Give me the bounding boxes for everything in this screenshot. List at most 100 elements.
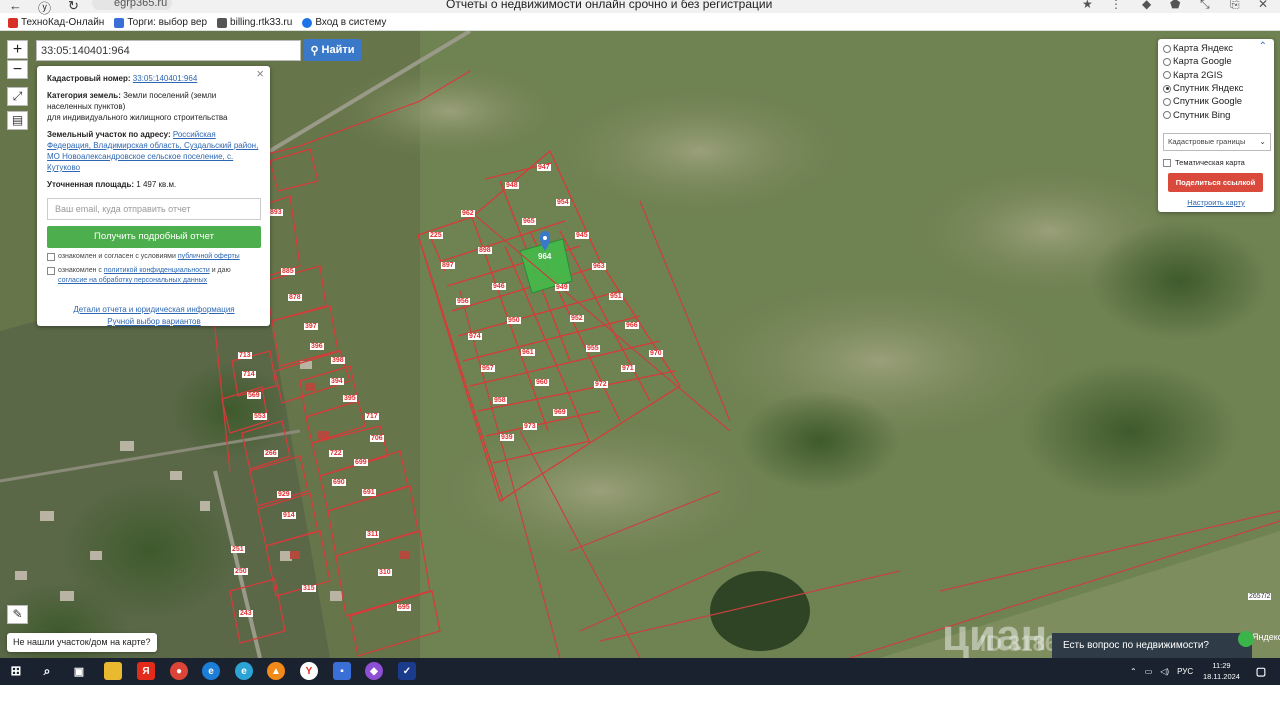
parcel-label[interactable]: 310	[378, 569, 392, 576]
parcel-label[interactable]: 951	[609, 293, 623, 300]
parcel-label[interactable]: 949	[555, 284, 569, 291]
extension-icon[interactable]: ◆	[1142, 0, 1151, 11]
parcel-label[interactable]: 946	[492, 283, 506, 290]
bookmark-login[interactable]: Вход в систему	[302, 17, 386, 28]
parcel-label[interactable]: 914	[282, 512, 296, 519]
email-input[interactable]: Ваш email, куда отправить отчет	[47, 198, 261, 220]
share-link-button[interactable]: Поделиться ссылкой	[1168, 172, 1263, 192]
yandex-icon[interactable]: Я	[137, 662, 155, 680]
shield-icon[interactable]: ⬟	[1170, 0, 1180, 11]
parcel-label[interactable]: 954	[556, 199, 570, 206]
volume-icon[interactable]: ◁)	[1160, 667, 1169, 676]
parcel-label[interactable]: 971	[621, 365, 635, 372]
parcel-label[interactable]: 947	[537, 164, 551, 171]
radio-2gis-map[interactable]	[1163, 71, 1171, 80]
cadastral-search-input[interactable]	[36, 40, 301, 61]
bookmark-torgi[interactable]: Торги: выбор вер	[114, 17, 207, 28]
parcel-label[interactable]: 955	[586, 345, 600, 352]
parcel-label[interactable]: 950	[507, 317, 521, 324]
layer-option-bing-satellite[interactable]: Спутник Bing	[1163, 108, 1269, 121]
chevron-up-icon[interactable]: ⌃	[1259, 41, 1267, 52]
parcel-label[interactable]: 885	[281, 268, 295, 275]
radio-yandex-map[interactable]	[1163, 44, 1171, 53]
parcel-label[interactable]: 939	[500, 434, 514, 441]
search-icon[interactable]: ⌕	[38, 662, 56, 680]
parcel-label[interactable]: 225	[429, 232, 443, 239]
search-button[interactable]: ⚲ Найти	[304, 39, 361, 61]
privacy-policy-link[interactable]: политикой конфиденциальности	[104, 267, 210, 274]
bookmark-icon[interactable]: ★	[1082, 0, 1093, 11]
yandex-browser-icon[interactable]: Y	[300, 662, 318, 680]
not-found-help-button[interactable]: Не нашли участок/дом на карте?	[7, 633, 157, 652]
app-window-icon[interactable]: ✓	[398, 662, 416, 680]
parcel-label[interactable]: 397	[304, 323, 318, 330]
parcel-label[interactable]: 713	[238, 352, 252, 359]
clock[interactable]: 11:29 18.11.2024	[1203, 660, 1240, 682]
parcel-label[interactable]: 398	[331, 357, 345, 364]
parcel-label[interactable]: 966	[625, 322, 639, 329]
offer-checkbox[interactable]	[47, 253, 55, 261]
zoom-in-button[interactable]: +	[7, 40, 28, 59]
parcel-label[interactable]: 266	[264, 450, 278, 457]
overlay-select[interactable]: Кадастровые границы ⌄	[1163, 132, 1271, 151]
ruler-icon[interactable]: ✎	[7, 605, 28, 624]
parcel-label[interactable]: 956	[456, 298, 470, 305]
parcel-label[interactable]: 695	[397, 604, 411, 611]
task-view-icon[interactable]: ▣	[70, 662, 88, 680]
parcel-label[interactable]: 553	[253, 413, 267, 420]
parcel-label[interactable]: 250	[234, 568, 248, 575]
close-icon[interactable]: ×	[256, 67, 264, 80]
report-details-link[interactable]: Детали отчета и юридическая информация	[73, 305, 234, 314]
question-chat-bar[interactable]: Есть вопрос по недвижимости?	[1052, 633, 1252, 658]
save-app-icon[interactable]: ▪	[333, 662, 351, 680]
chrome-icon[interactable]: ●	[170, 662, 188, 680]
parcel-label[interactable]: 243	[239, 610, 253, 617]
edge-icon[interactable]: e	[235, 662, 253, 680]
parcel-label[interactable]: 962	[461, 210, 475, 217]
manual-selection-link[interactable]: Ручной выбор вариантов	[107, 317, 200, 326]
parcel-label[interactable]: 691	[362, 489, 376, 496]
highlighted-parcel-label[interactable]: 964	[538, 252, 551, 261]
configure-map-link[interactable]: Настроить карту	[1163, 198, 1269, 207]
file-explorer-icon[interactable]	[104, 662, 122, 680]
print-icon[interactable]: ▤	[7, 111, 28, 130]
bookmark-billing[interactable]: billing.rtk33.ru	[217, 17, 292, 28]
app-flame-icon[interactable]: ▲	[267, 662, 285, 680]
map-app-icon[interactable]: ◆	[365, 662, 383, 680]
parcel-label[interactable]: 897	[441, 262, 455, 269]
layer-option-yandex-satellite[interactable]: Спутник Яндекс	[1163, 82, 1269, 95]
layer-option-yandex-map[interactable]: Карта Яндекс	[1163, 42, 1269, 55]
parcel-label[interactable]: 878	[288, 294, 302, 301]
radio-bing-satellite[interactable]	[1163, 111, 1171, 120]
public-offer-link[interactable]: публичной оферты	[178, 253, 240, 260]
thematic-map-row[interactable]: Тематическая карта	[1163, 158, 1269, 167]
parcel-label[interactable]: 706	[370, 435, 384, 442]
parcel-label[interactable]: 963	[592, 263, 606, 270]
parcel-label[interactable]: 969	[553, 409, 567, 416]
parcel-label[interactable]: 717	[365, 413, 379, 420]
reload-icon[interactable]: ↻	[68, 0, 79, 14]
network-icon[interactable]: ▭	[1145, 667, 1153, 676]
chat-icon[interactable]	[1238, 631, 1254, 647]
parcel-label[interactable]: 973	[523, 423, 537, 430]
radio-google-map[interactable]	[1163, 57, 1171, 66]
address-bar[interactable]: egrp365.ru	[92, 0, 172, 10]
parcel-label[interactable]: 690	[332, 479, 346, 486]
personal-data-consent-link[interactable]: согласие на обработку персональных данны…	[58, 277, 207, 284]
parcel-label[interactable]: 948	[505, 182, 519, 189]
privacy-checkbox[interactable]	[47, 267, 55, 275]
parcel-label[interactable]: 898	[478, 247, 492, 254]
parcel-label[interactable]: 699	[354, 459, 368, 466]
parcel-label[interactable]: 396	[310, 343, 324, 350]
parcel-label[interactable]: 961	[521, 349, 535, 356]
parcel-label[interactable]: 394	[330, 378, 344, 385]
radio-google-satellite[interactable]	[1163, 97, 1171, 106]
bookmark-technokad[interactable]: ТехноКад-Онлайн	[8, 17, 104, 28]
parcel-label[interactable]: 315	[302, 585, 316, 592]
parcel-2657-label[interactable]: 2657/2	[1248, 593, 1272, 600]
parcel-label[interactable]: 311	[366, 531, 380, 538]
parcel-label[interactable]: 974	[468, 333, 482, 340]
parcel-label[interactable]: 970	[649, 350, 663, 357]
parcel-label[interactable]: 395	[343, 395, 357, 402]
parcel-label[interactable]: 952	[570, 315, 584, 322]
